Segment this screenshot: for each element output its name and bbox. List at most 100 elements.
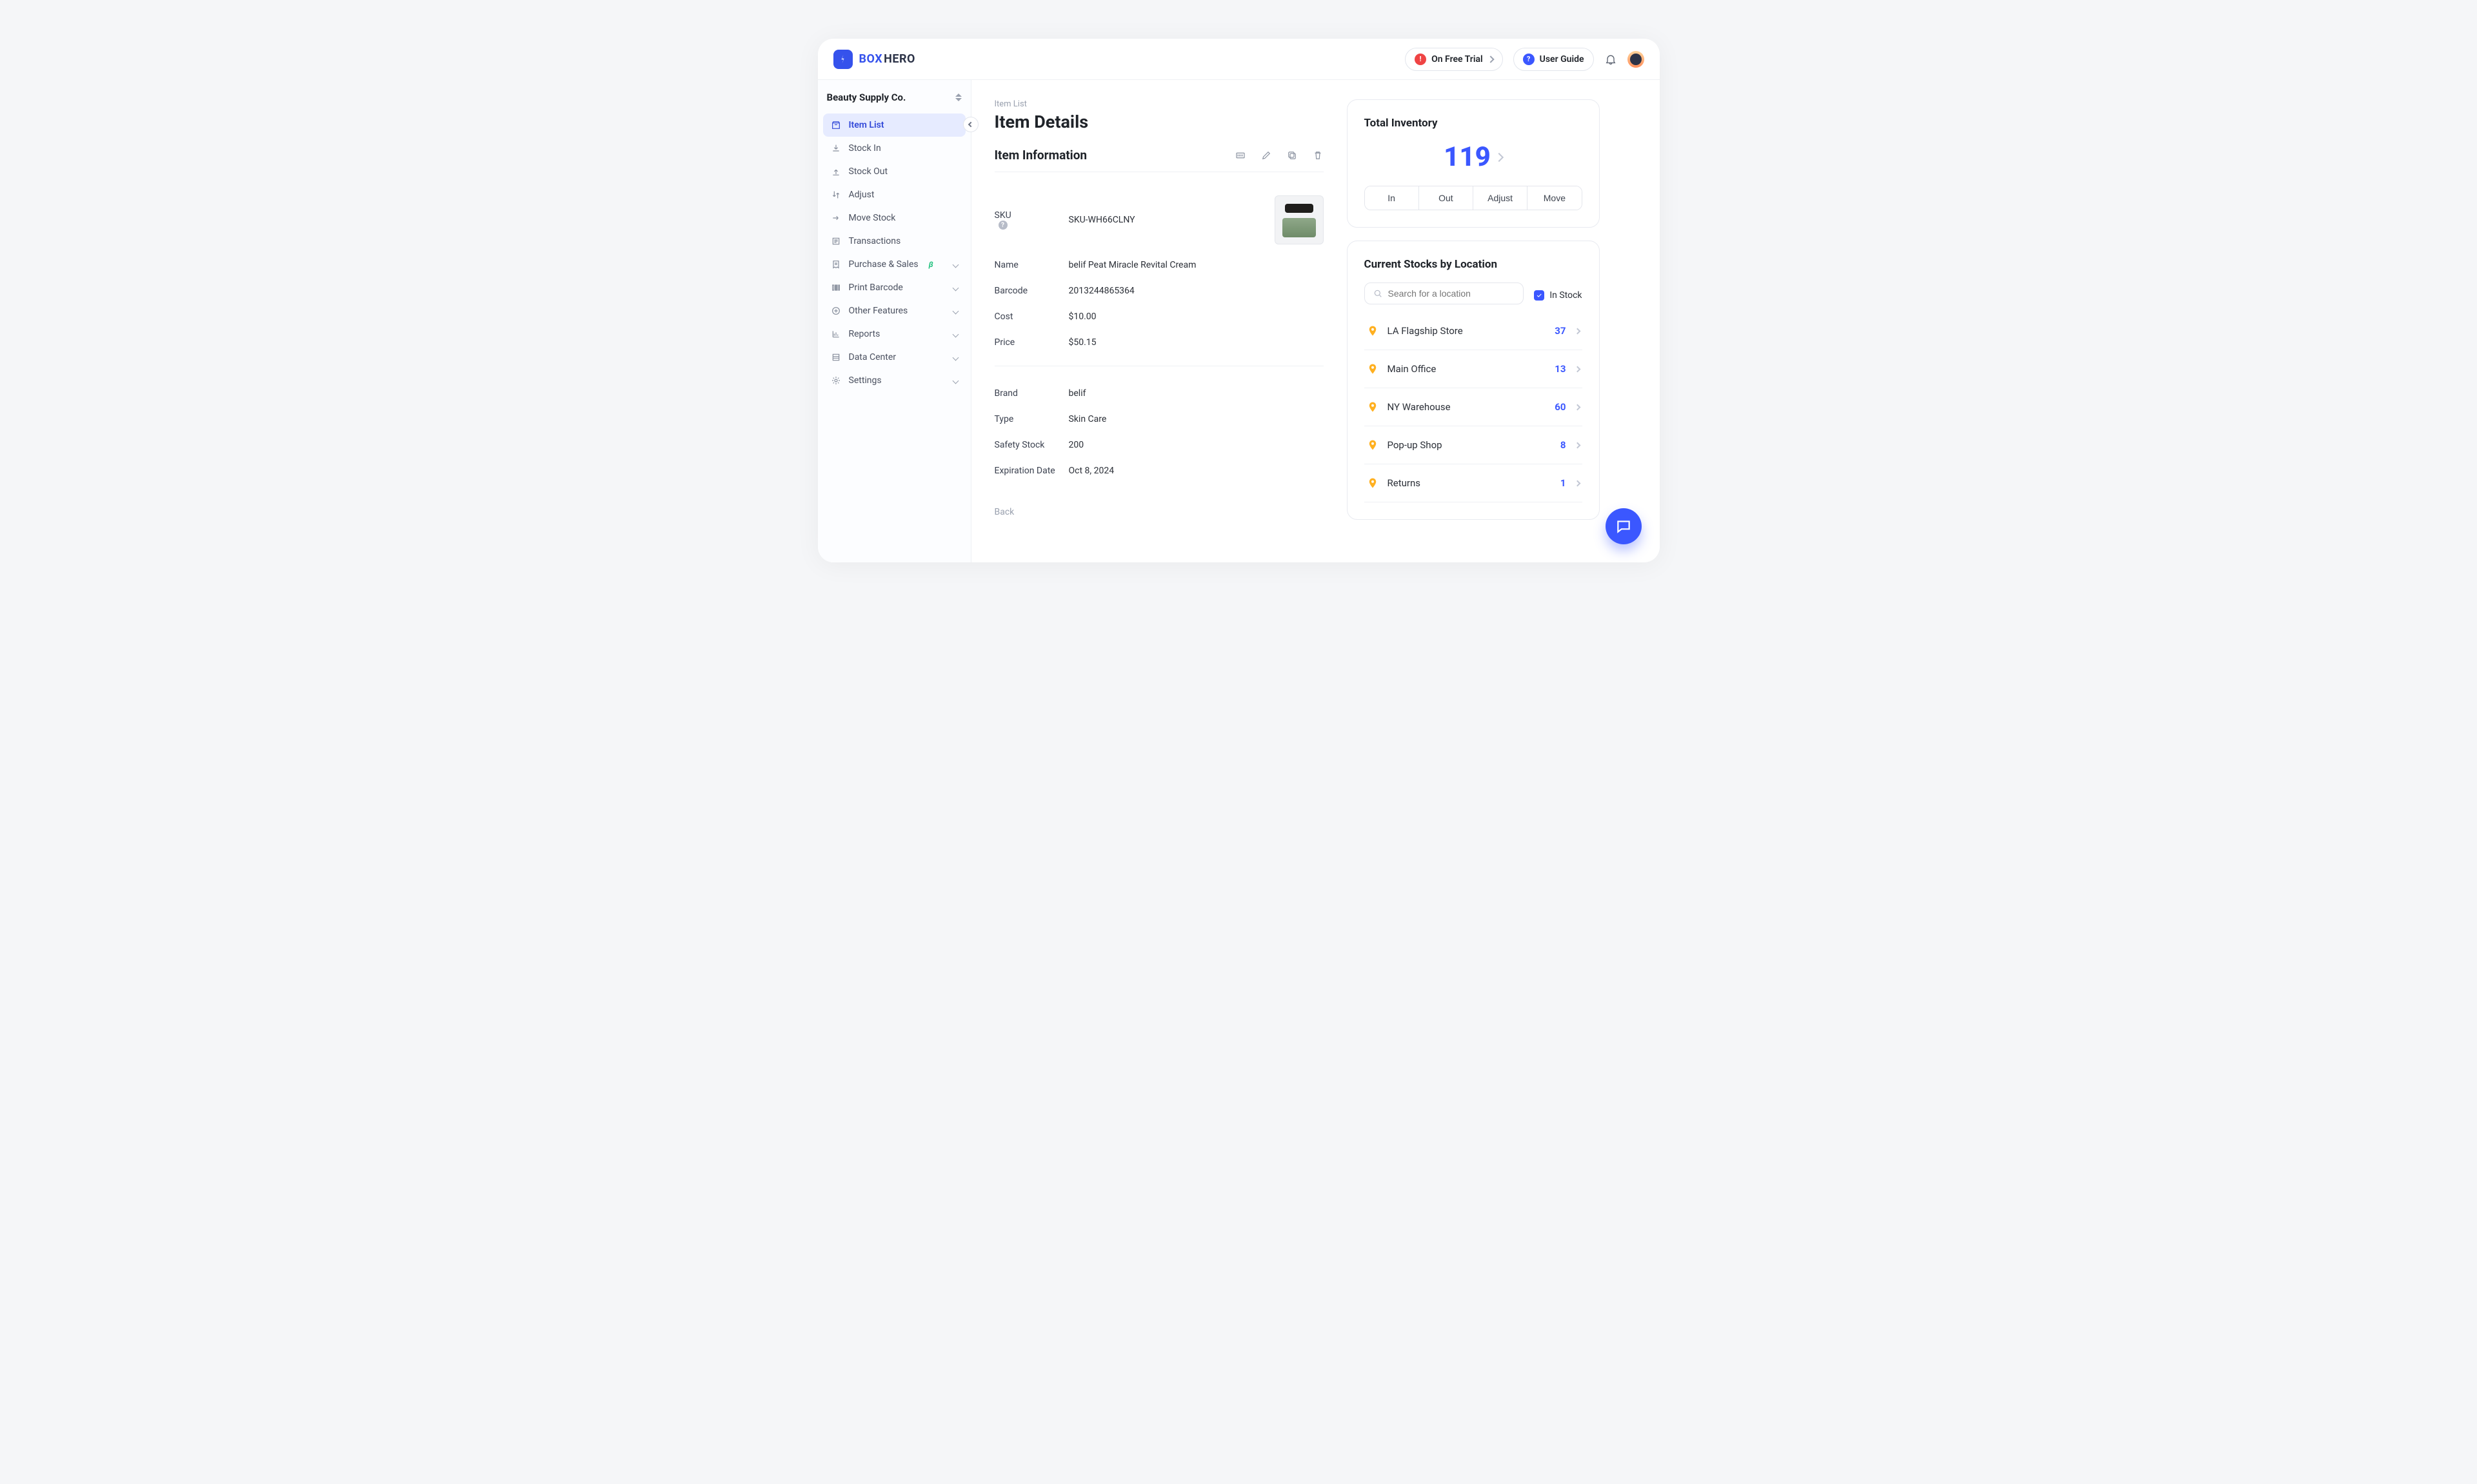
fields-group-1: SKU? SKU-WH66CLNY Name belif Peat Miracl…	[995, 177, 1324, 355]
pin-icon	[1367, 324, 1378, 338]
avatar[interactable]	[1627, 51, 1644, 68]
value: belif Peat Miracle Revital Cream	[1069, 260, 1197, 270]
inventory-qty[interactable]: 119	[1364, 141, 1582, 173]
barcode-icon	[831, 282, 841, 293]
breadcrumb[interactable]: Item List	[995, 99, 1324, 109]
checkbox-checked-icon	[1534, 290, 1544, 301]
pin-icon	[1367, 438, 1378, 452]
sidebar-item-purchase-sales[interactable]: Purchase & Sales β	[823, 253, 966, 276]
trial-pill[interactable]: ! On Free Trial	[1405, 48, 1503, 71]
edit-button[interactable]	[1260, 150, 1272, 161]
in-button[interactable]: In	[1365, 186, 1418, 210]
location-name: Main Office	[1388, 363, 1437, 375]
location-qty: 13	[1555, 363, 1566, 375]
sidebar-item-other-features[interactable]: Other Features	[823, 299, 966, 322]
arrow-right-icon	[831, 213, 841, 223]
location-search[interactable]	[1364, 282, 1524, 304]
pin-icon	[1367, 362, 1378, 376]
nav-label: Settings	[849, 375, 882, 386]
logo[interactable]: BOXHERO	[833, 50, 915, 69]
total-inventory-card: Total Inventory 119 In Out Adjust Move	[1347, 99, 1600, 228]
section-head: Item Information	[995, 148, 1324, 172]
location-qty: 8	[1560, 439, 1566, 451]
help-icon[interactable]: ?	[999, 221, 1008, 230]
trial-label: On Free Trial	[1431, 54, 1483, 64]
card-title: Total Inventory	[1364, 117, 1582, 130]
upload-icon	[831, 166, 841, 177]
move-button[interactable]: Move	[1527, 186, 1581, 210]
chevron-right-icon	[1495, 152, 1504, 161]
location-row[interactable]: NY Warehouse 60	[1364, 388, 1582, 426]
value: $50.15	[1069, 337, 1097, 348]
nav: Item List Stock In Stock Out Adjust Move…	[818, 110, 971, 396]
barcode-button[interactable]	[1235, 150, 1246, 161]
chevron-right-icon	[1574, 366, 1580, 372]
bell-icon[interactable]	[1604, 53, 1617, 66]
nav-label: Item List	[849, 120, 884, 130]
logo-icon	[833, 50, 853, 69]
location-row[interactable]: LA Flagship Store 37	[1364, 312, 1582, 350]
sidebar-item-transactions[interactable]: Transactions	[823, 230, 966, 253]
label: Barcode	[995, 286, 1069, 296]
field-sku: SKU? SKU-WH66CLNY	[995, 188, 1324, 252]
help-icon: ?	[1523, 54, 1535, 65]
workspace-name: Beauty Supply Co.	[827, 92, 906, 103]
out-button[interactable]: Out	[1418, 186, 1473, 210]
page-title: Item Details	[995, 112, 1324, 132]
location-row[interactable]: Pop-up Shop 8	[1364, 426, 1582, 464]
copy-button[interactable]	[1286, 150, 1298, 161]
sidebar-item-reports[interactable]: Reports	[823, 322, 966, 346]
sidebar-item-settings[interactable]: Settings	[823, 369, 966, 392]
sidebar-item-move-stock[interactable]: Move Stock	[823, 206, 966, 230]
location-row[interactable]: Returns 1	[1364, 464, 1582, 502]
item-details: Item List Item Details Item Information …	[995, 99, 1324, 543]
guide-pill[interactable]: ? User Guide	[1513, 48, 1594, 71]
sidebar-item-adjust[interactable]: Adjust	[823, 183, 966, 206]
swap-icon	[831, 190, 841, 200]
chevron-down-icon	[952, 261, 959, 268]
chat-icon	[1615, 518, 1632, 535]
gear-icon	[831, 375, 841, 386]
inventory-actions: In Out Adjust Move	[1364, 186, 1582, 210]
location-name: NY Warehouse	[1388, 401, 1451, 413]
field-expiration: Expiration Date Oct 8, 2024	[995, 458, 1324, 484]
chevron-down-icon	[952, 354, 959, 361]
delete-button[interactable]	[1312, 150, 1324, 161]
nav-label: Print Barcode	[849, 282, 903, 293]
workspace-switcher[interactable]: Beauty Supply Co.	[818, 80, 971, 110]
sidebar-item-data-center[interactable]: Data Center	[823, 346, 966, 369]
adjust-button[interactable]: Adjust	[1473, 186, 1527, 210]
value: Oct 8, 2024	[1069, 466, 1115, 476]
value: Skin Care	[1069, 414, 1107, 424]
chevron-right-icon	[1574, 328, 1580, 334]
chat-fab[interactable]	[1606, 508, 1642, 544]
location-qty: 1	[1560, 477, 1566, 489]
pin-icon	[1367, 476, 1378, 490]
chevron-down-icon	[952, 308, 959, 314]
location-row[interactable]: Main Office 13	[1364, 350, 1582, 388]
chevron-left-icon	[968, 122, 973, 127]
value: SKU-WH66CLNY	[1069, 215, 1135, 225]
sidebar-item-print-barcode[interactable]: Print Barcode	[823, 276, 966, 299]
item-thumbnail[interactable]	[1275, 195, 1324, 244]
chart-icon	[831, 329, 841, 339]
back-link[interactable]: Back	[995, 507, 1324, 517]
chevron-right-icon	[1574, 480, 1580, 486]
sidebar: Beauty Supply Co. Item List Stock In Sto…	[818, 80, 971, 562]
location-search-input[interactable]	[1388, 288, 1516, 299]
section-actions	[1235, 150, 1324, 161]
sidebar-item-item-list[interactable]: Item List	[823, 114, 966, 137]
label: Name	[995, 260, 1069, 270]
sidebar-item-stock-in[interactable]: Stock In	[823, 137, 966, 160]
download-icon	[831, 143, 841, 153]
location-list: LA Flagship Store 37 Main Office 13 NY W…	[1364, 312, 1582, 502]
value: belif	[1069, 388, 1086, 399]
chevron-right-icon	[1487, 55, 1494, 63]
sidebar-collapse[interactable]	[963, 117, 979, 132]
instock-filter[interactable]: In Stock	[1534, 290, 1582, 301]
box-icon	[831, 120, 841, 130]
sidebar-item-stock-out[interactable]: Stock Out	[823, 160, 966, 183]
field-safety: Safety Stock 200	[995, 432, 1324, 458]
label: Safety Stock	[995, 440, 1069, 450]
nav-label: Transactions	[849, 236, 901, 246]
